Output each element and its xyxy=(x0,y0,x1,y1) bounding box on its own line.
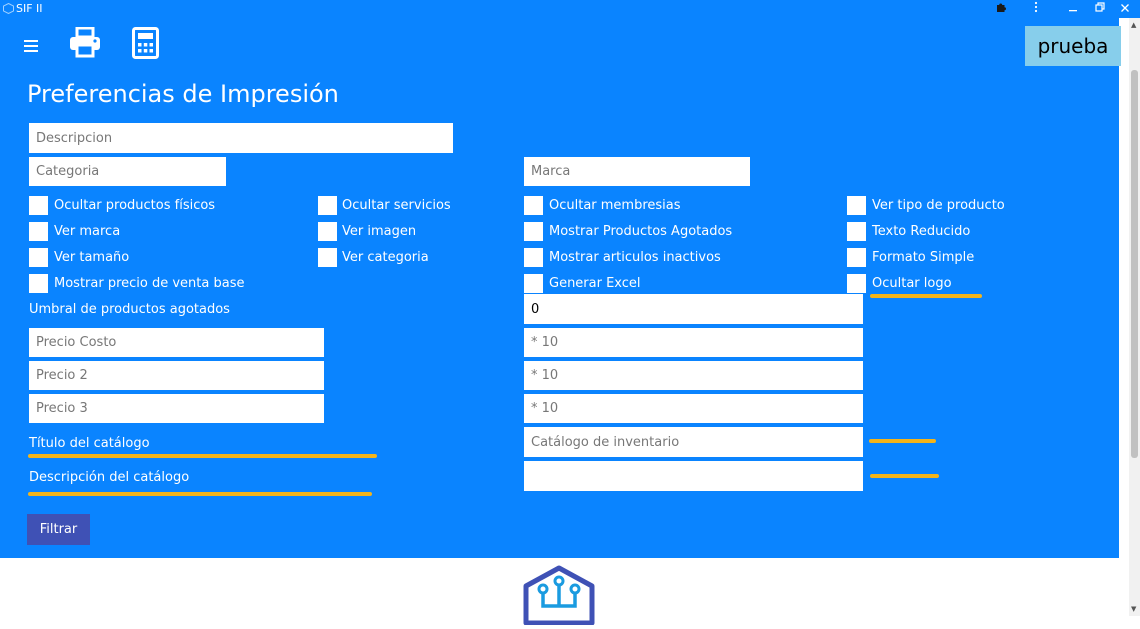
scrollbar-thumb[interactable] xyxy=(1131,70,1138,458)
checkbox-label: Formato Simple xyxy=(872,250,975,265)
checkbox-ver-imagen[interactable] xyxy=(318,222,337,241)
circuit-logo-icon xyxy=(521,565,597,629)
catalog-description-label: Descripción del catálogo xyxy=(29,470,190,485)
checkbox-ver-tamano[interactable] xyxy=(29,248,48,267)
minimize-icon[interactable] xyxy=(1068,1,1078,16)
hamburger-icon[interactable] xyxy=(24,38,38,57)
scroll-down-icon[interactable]: ▼ xyxy=(1131,605,1136,613)
checkbox-ver-tipo-de-producto[interactable] xyxy=(847,196,866,215)
checkbox-mostrar-productos-agotados[interactable] xyxy=(524,222,543,241)
checkbox-mostrar-articulos-inactivos[interactable] xyxy=(524,248,543,267)
precio-3-input[interactable] xyxy=(29,394,324,423)
checkbox-label: Generar Excel xyxy=(549,276,641,291)
footer xyxy=(0,558,1129,626)
categoria-input[interactable] xyxy=(29,157,226,186)
checkbox-label: Ocultar servicios xyxy=(342,198,451,213)
checkbox-texto-reducido[interactable] xyxy=(847,222,866,241)
checkbox-ocultar-productos-fisicos[interactable] xyxy=(29,196,48,215)
highlight-underline xyxy=(28,492,372,496)
precio-3-factor-input[interactable] xyxy=(524,394,863,423)
page-title: Preferencias de Impresión xyxy=(27,80,339,108)
precio-2-input[interactable] xyxy=(29,361,324,390)
highlight-underline xyxy=(870,294,982,298)
catalog-description-input[interactable] xyxy=(524,461,863,491)
checkbox-label: Ocultar logo xyxy=(872,276,952,291)
print-preferences-panel: prueba Preferencias de Impresión Ocultar… xyxy=(0,18,1121,558)
checkbox-label: Ver tipo de producto xyxy=(872,198,1005,213)
highlight-underline xyxy=(869,439,936,443)
calculator-icon[interactable] xyxy=(132,27,159,63)
checkbox-label: Mostrar articulos inactivos xyxy=(549,250,721,265)
title-bar: SIF II xyxy=(0,0,1140,18)
checkbox-label: Ver categoria xyxy=(342,250,429,265)
close-icon[interactable] xyxy=(1120,1,1130,16)
printer-icon[interactable] xyxy=(69,26,101,62)
checkbox-label: Ocultar productos físicos xyxy=(54,198,216,213)
precio-costo-input[interactable] xyxy=(29,328,324,357)
umbral-label: Umbral de productos agotados xyxy=(29,302,230,317)
checkbox-label: Ver imagen xyxy=(342,224,417,239)
user-badge[interactable]: prueba xyxy=(1025,26,1121,66)
puzzle-icon[interactable] xyxy=(995,1,1007,16)
descripcion-input[interactable] xyxy=(29,123,453,153)
catalog-title-input[interactable] xyxy=(524,427,863,457)
precio-costo-factor-input[interactable] xyxy=(524,328,863,357)
scroll-up-icon[interactable]: ▲ xyxy=(1131,21,1136,29)
checkbox-formato-simple[interactable] xyxy=(847,248,866,267)
checkbox-ocultar-logo[interactable] xyxy=(847,274,866,293)
checkbox-label: Ver marca xyxy=(54,224,121,239)
checkbox-label: Ocultar membresias xyxy=(549,198,681,213)
umbral-input[interactable] xyxy=(524,294,863,324)
checkbox-label: Texto Reducido xyxy=(872,224,971,239)
vertical-dots-icon[interactable] xyxy=(1034,1,1038,16)
checkbox-label: Ver tamaño xyxy=(54,250,130,265)
catalog-title-label: Título del catálogo xyxy=(29,436,150,451)
precio-2-factor-input[interactable] xyxy=(524,361,863,390)
app-logo-icon xyxy=(3,2,14,17)
checkbox-generar-excel[interactable] xyxy=(524,274,543,293)
checkbox-label: Mostrar precio de venta base xyxy=(54,276,245,291)
checkbox-mostrar-precio-venta-base[interactable] xyxy=(29,274,48,293)
marca-input[interactable] xyxy=(524,157,750,186)
highlight-underline xyxy=(870,474,939,478)
checkbox-ocultar-membresias[interactable] xyxy=(524,196,543,215)
highlight-underline xyxy=(28,454,377,458)
restore-icon[interactable] xyxy=(1095,1,1106,16)
checkbox-ver-marca[interactable] xyxy=(29,222,48,241)
window-title: SIF II xyxy=(16,2,43,15)
checkbox-ver-categoria[interactable] xyxy=(318,248,337,267)
vertical-scrollbar[interactable]: ▲ ▼ xyxy=(1129,18,1140,616)
checkbox-ocultar-servicios[interactable] xyxy=(318,196,337,215)
filter-button[interactable]: Filtrar xyxy=(27,514,90,545)
checkbox-label: Mostrar Productos Agotados xyxy=(549,224,733,239)
